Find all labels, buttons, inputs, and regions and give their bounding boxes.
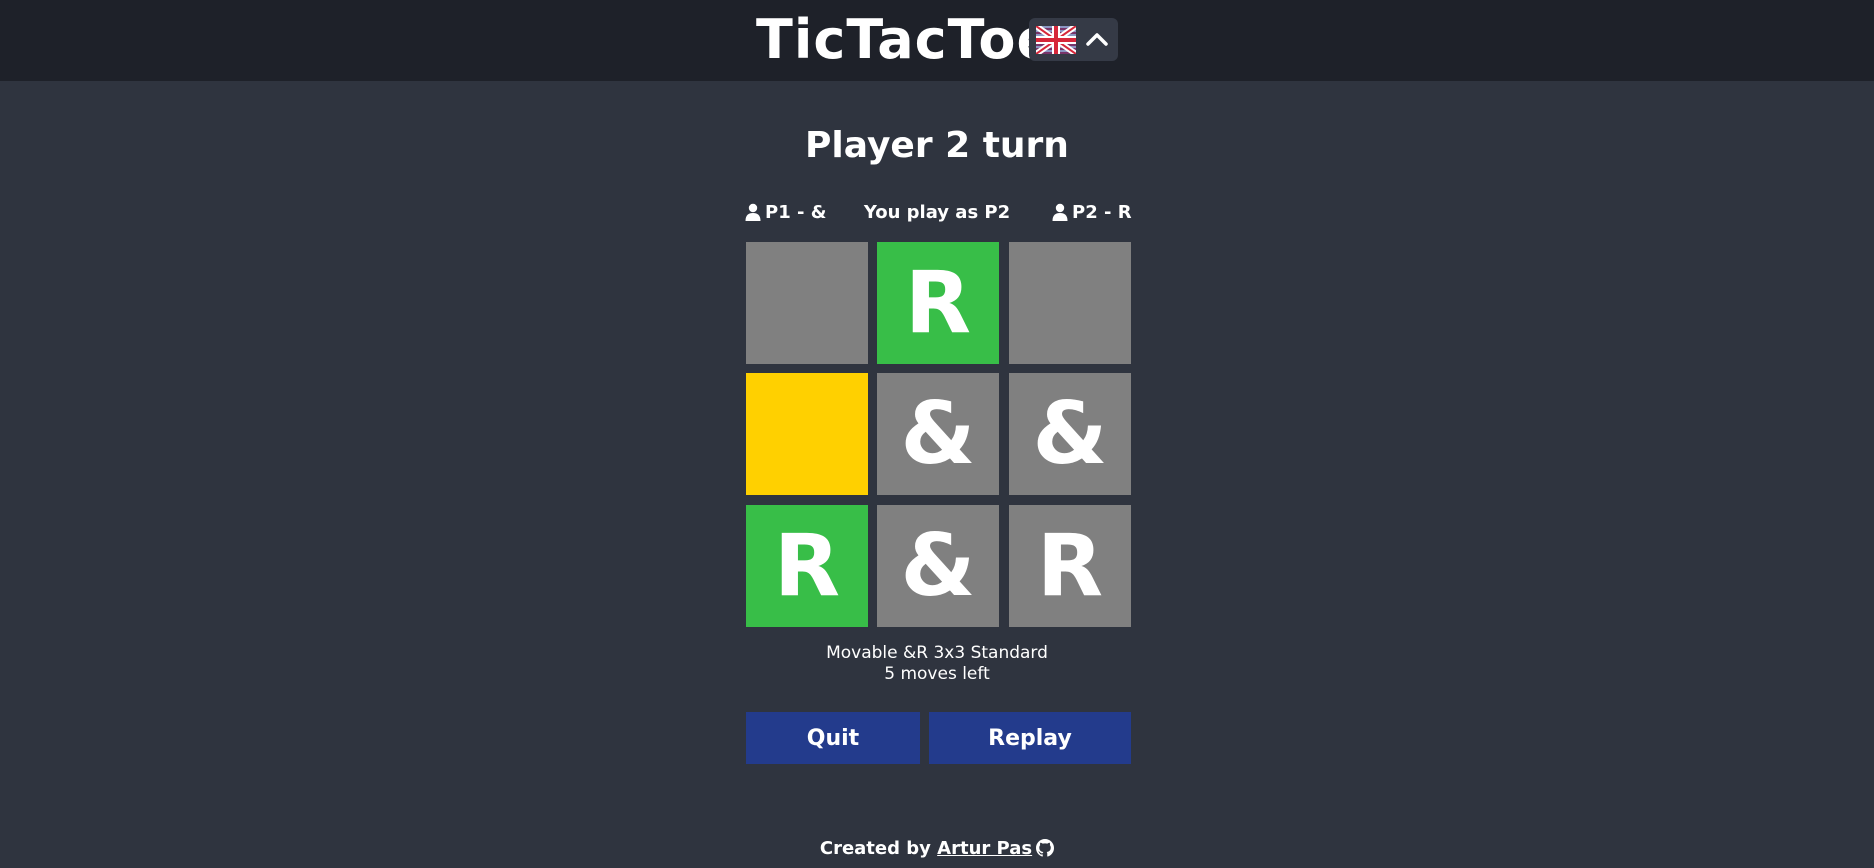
- created-by-text: Created by: [819, 838, 931, 859]
- chevron-up-icon: [1086, 33, 1108, 46]
- user-icon: [1052, 203, 1068, 221]
- board-cell-7[interactable]: R: [746, 505, 868, 627]
- replay-button[interactable]: Replay: [929, 712, 1131, 764]
- turn-status: Player 2 turn: [805, 125, 1069, 166]
- language-selector[interactable]: [1029, 18, 1118, 61]
- player-2-label: P2 - R: [1052, 200, 1132, 226]
- board-cell-9[interactable]: R: [1009, 505, 1131, 627]
- game-info: Movable &R 3x3 Standard 5 moves left: [0, 643, 1874, 685]
- game-mode: Movable &R 3x3 Standard: [826, 643, 1048, 663]
- github-icon[interactable]: [1036, 839, 1055, 857]
- current-player-label: You play as P2: [863, 202, 1011, 223]
- top-bar: TicTacToe: [0, 0, 1874, 81]
- board-cell-3[interactable]: [1009, 242, 1131, 364]
- quit-button[interactable]: Quit: [746, 712, 920, 764]
- board-cell-1[interactable]: [746, 242, 868, 364]
- board-cell-4[interactable]: [746, 373, 868, 495]
- footer: Created by Artur Pas: [0, 836, 1874, 862]
- author-link[interactable]: Artur Pas: [937, 838, 1032, 859]
- moves-left: 5 moves left: [884, 664, 990, 684]
- board-cell-5[interactable]: &: [877, 373, 999, 495]
- game-board: R & & R & R: [746, 242, 1131, 627]
- player-2-text: P2 - R: [1072, 202, 1132, 223]
- uk-flag-icon: [1036, 26, 1076, 54]
- board-cell-2[interactable]: R: [877, 242, 999, 364]
- board-cell-6[interactable]: &: [1009, 373, 1131, 495]
- app-title: TicTacToe: [756, 8, 1055, 71]
- board-cell-8[interactable]: &: [877, 505, 999, 627]
